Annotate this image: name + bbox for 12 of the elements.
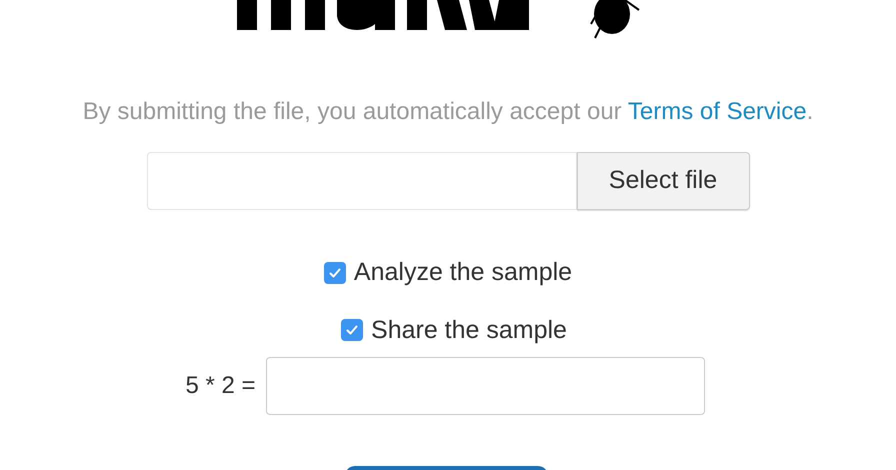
captcha-field[interactable] <box>266 357 705 415</box>
notice-text: By submitting the file, you automatically accept our Terms of Service. <box>82 97 814 127</box>
check-icon <box>345 323 360 338</box>
file-field[interactable] <box>146 152 576 210</box>
terms-link[interactable]: Terms of Service <box>628 98 807 125</box>
check-icon <box>328 266 342 280</box>
checkbox-label: Analyze the sample <box>354 257 572 288</box>
checkbox[interactable] <box>324 262 346 284</box>
captcha-question: 5 * 2 = <box>185 371 256 401</box>
checkbox-label: Share the sample <box>371 314 567 346</box>
select-file-button[interactable]: Select file <box>576 152 750 210</box>
checkbox[interactable] <box>341 319 364 342</box>
